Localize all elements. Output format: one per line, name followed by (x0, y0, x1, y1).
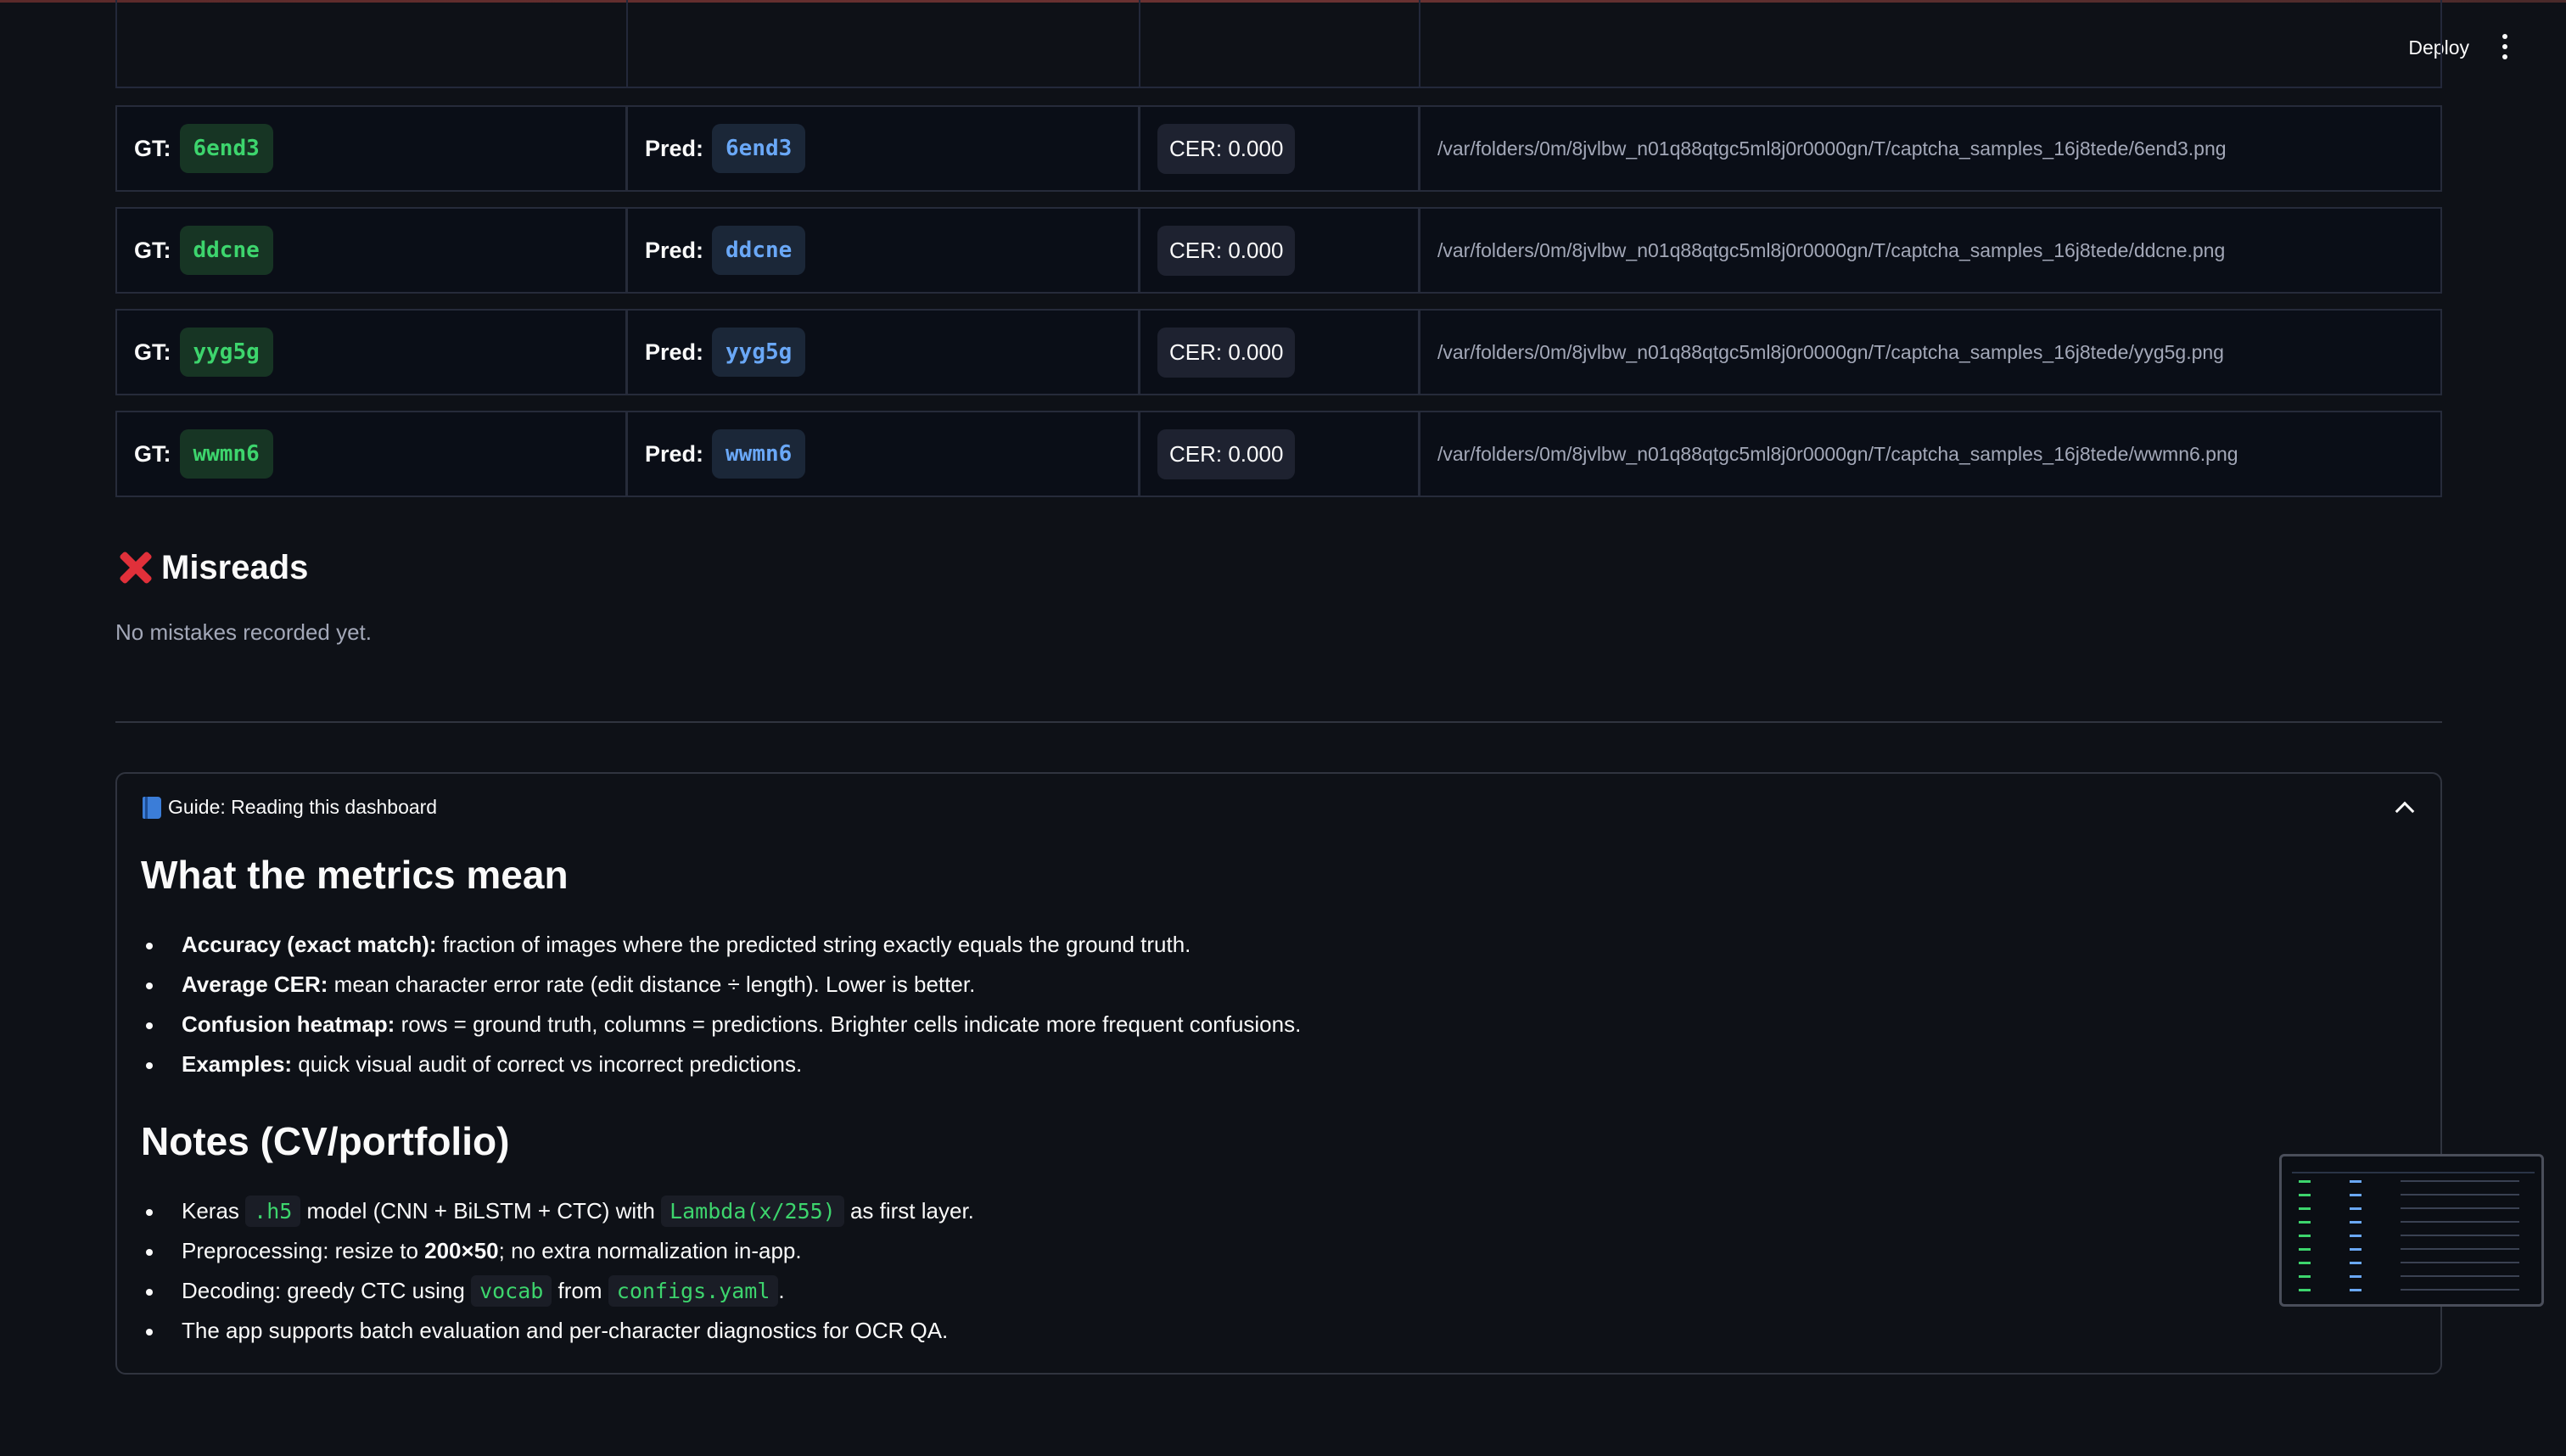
image-path: /var/folders/0m/8jvlbw_n01q88qtgc5ml8j0r… (1437, 442, 2238, 465)
gt-cell: GT: 6end3 (117, 107, 628, 190)
gt-label: GT: (134, 339, 171, 365)
blue-book-icon (143, 796, 161, 819)
gt-cell: GT: ddcne (117, 209, 628, 292)
path-cell: /var/folders/0m/8jvlbw_n01q88qtgc5ml8j0r… (1420, 209, 2440, 292)
section-divider (115, 721, 2442, 723)
cer-cell: CER: 0.000 (1140, 311, 1420, 394)
cross-mark-icon (115, 548, 154, 587)
result-row: GT: ddcne Pred: ddcne CER: 0.000 /var/fo… (115, 207, 2442, 294)
list-item: Accuracy (exact match): fraction of imag… (141, 925, 2347, 965)
gt-cell: GT: yyg5g (117, 311, 628, 394)
misreads-heading: Misreads (115, 548, 308, 587)
guide-expander-header[interactable]: Guide: Reading this dashboard (143, 796, 437, 819)
previous-row-stub (115, 0, 2442, 88)
gt-value-chip: wwmn6 (179, 429, 273, 479)
pred-label: Pred: (645, 440, 704, 467)
pred-value-chip: ddcne (712, 226, 806, 275)
metrics-list: Accuracy (exact match): fraction of imag… (141, 925, 2347, 1084)
pred-label: Pred: (645, 339, 704, 365)
image-path: /var/folders/0m/8jvlbw_n01q88qtgc5ml8j0r… (1437, 340, 2224, 363)
list-item: Confusion heatmap: rows = ground truth, … (141, 1005, 2347, 1044)
gt-cell: GT: wwmn6 (117, 412, 628, 496)
list-item: Average CER: mean character error rate (… (141, 965, 2347, 1005)
cer-badge: CER: 0.000 (1157, 225, 1296, 276)
path-cell: /var/folders/0m/8jvlbw_n01q88qtgc5ml8j0r… (1420, 311, 2440, 394)
result-row: GT: wwmn6 Pred: wwmn6 CER: 0.000 /var/fo… (115, 411, 2442, 497)
pred-value-chip: yyg5g (712, 328, 806, 377)
notes-list: Keras .h5 model (CNN + BiLSTM + CTC) wit… (141, 1191, 2347, 1351)
result-row: GT: 6end3 Pred: 6end3 CER: 0.000 /var/fo… (115, 105, 2442, 192)
gt-label: GT: (134, 237, 171, 263)
list-item: The app supports batch evaluation and pe… (141, 1311, 2347, 1351)
page-minimap-thumbnail[interactable] (2279, 1154, 2544, 1307)
chevron-up-icon[interactable] (2395, 801, 2415, 821)
list-item: Preprocessing: resize to 200×50; no extr… (141, 1231, 2347, 1271)
pred-value-chip: wwmn6 (712, 429, 806, 479)
pred-cell: Pred: 6end3 (628, 107, 1140, 190)
pred-value-chip: 6end3 (712, 124, 806, 173)
pred-cell: Pred: yyg5g (628, 311, 1140, 394)
misreads-title-text: Misreads (161, 548, 309, 586)
pred-label: Pred: (645, 135, 704, 161)
inline-code: configs.yaml (608, 1275, 779, 1307)
list-item: Examples: quick visual audit of correct … (141, 1044, 2347, 1084)
guide-title: Guide: Reading this dashboard (168, 796, 438, 818)
cer-cell: CER: 0.000 (1140, 107, 1420, 190)
list-item: Decoding: greedy CTC using vocab from co… (141, 1271, 2347, 1311)
cer-badge: CER: 0.000 (1157, 428, 1296, 479)
cer-cell: CER: 0.000 (1140, 209, 1420, 292)
inline-code: vocab (471, 1275, 552, 1307)
gt-value-chip: yyg5g (179, 328, 273, 377)
image-path: /var/folders/0m/8jvlbw_n01q88qtgc5ml8j0r… (1437, 137, 2227, 160)
cer-badge: CER: 0.000 (1157, 123, 1296, 174)
gt-value-chip: 6end3 (179, 124, 273, 173)
gt-value-chip: ddcne (179, 226, 273, 275)
misreads-empty-message: No mistakes recorded yet. (115, 619, 373, 645)
gt-label: GT: (134, 440, 171, 467)
notes-heading: Notes (CV/portfolio) (141, 1119, 510, 1163)
image-path: /var/folders/0m/8jvlbw_n01q88qtgc5ml8j0r… (1437, 238, 2226, 261)
list-item: Keras .h5 model (CNN + BiLSTM + CTC) wit… (141, 1191, 2347, 1231)
pred-cell: Pred: wwmn6 (628, 412, 1140, 496)
cer-badge: CER: 0.000 (1157, 327, 1296, 378)
guide-expander: Guide: Reading this dashboard What the m… (115, 772, 2442, 1375)
result-row: GT: yyg5g Pred: yyg5g CER: 0.000 /var/fo… (115, 309, 2442, 395)
gt-label: GT: (134, 135, 171, 161)
cer-cell: CER: 0.000 (1140, 412, 1420, 496)
path-cell: /var/folders/0m/8jvlbw_n01q88qtgc5ml8j0r… (1420, 412, 2440, 496)
metrics-heading: What the metrics mean (141, 853, 569, 897)
more-vertical-icon[interactable] (2495, 33, 2515, 60)
inline-code: .h5 (245, 1196, 301, 1227)
inline-code: Lambda(x/255) (661, 1196, 844, 1227)
pred-label: Pred: (645, 237, 704, 263)
pred-cell: Pred: ddcne (628, 209, 1140, 292)
path-cell: /var/folders/0m/8jvlbw_n01q88qtgc5ml8j0r… (1420, 107, 2440, 190)
